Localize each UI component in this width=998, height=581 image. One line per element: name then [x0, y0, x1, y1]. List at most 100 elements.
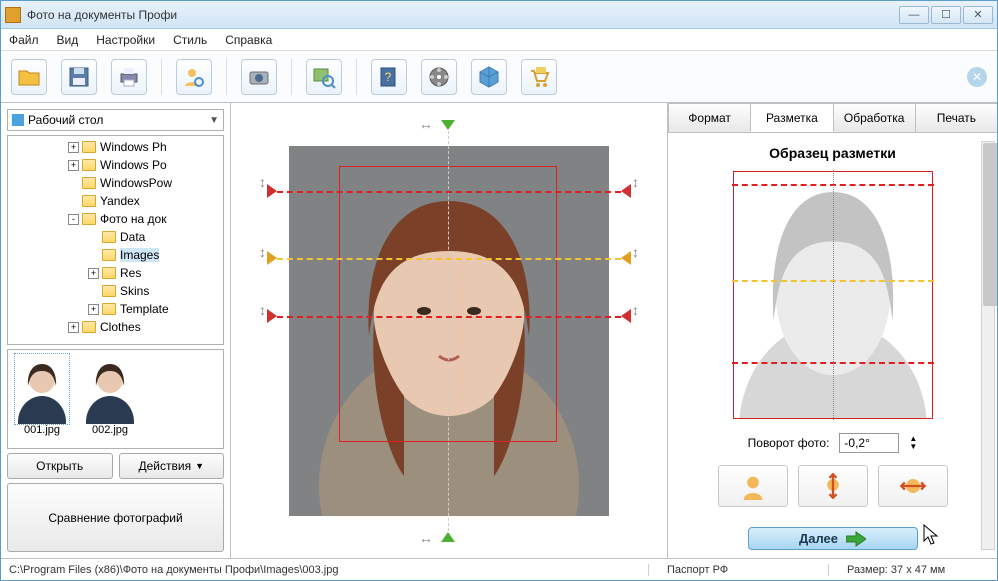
pan-arrows-bottom[interactable]: ↔ [419, 530, 433, 546]
tree-item[interactable]: +Windows Ph [8, 138, 223, 156]
folder-icon [82, 213, 96, 225]
thumbnail[interactable]: 002.jpg [80, 354, 140, 444]
menu-settings[interactable]: Настройки [96, 33, 155, 47]
folder-tree[interactable]: +Windows Ph+Windows PoWindowsPowYandex-Ф… [7, 135, 224, 345]
guide-chin-handle-right[interactable] [621, 309, 631, 323]
width-guides-button[interactable] [878, 465, 948, 507]
vertical-center-guide[interactable] [448, 126, 449, 536]
tree-item-label: Yandex [100, 194, 140, 208]
main-area: Рабочий стол ▼ +Windows Ph+Windows PoWin… [1, 103, 997, 558]
thumbnail[interactable]: 001.jpg [12, 354, 72, 444]
pan-arrows-top[interactable]: ↔ [419, 116, 433, 132]
tree-expand-icon[interactable]: + [68, 160, 79, 171]
guide-chin-handle-left[interactable] [267, 309, 277, 323]
camera-button[interactable] [241, 59, 277, 95]
tabs: Формат Разметка Обработка Печать [668, 103, 997, 133]
maximize-button[interactable]: ☐ [931, 6, 961, 24]
tree-item[interactable]: -Фото на док [8, 210, 223, 228]
pan-arrows-left-3[interactable]: ↕ [259, 302, 266, 318]
next-button[interactable]: Далее [748, 527, 918, 550]
close-button[interactable]: ✕ [963, 6, 993, 24]
folder-dropdown[interactable]: Рабочий стол ▼ [7, 109, 224, 131]
center-handle-top[interactable] [441, 120, 455, 130]
folder-icon [82, 321, 96, 333]
tree-expand-icon[interactable]: + [88, 304, 99, 315]
cursor-icon [923, 524, 941, 546]
compare-button[interactable]: Сравнение фотографий [7, 483, 224, 552]
thumbnail-label: 001.jpg [24, 424, 60, 436]
center-handle-bottom[interactable] [441, 532, 455, 542]
right-scrollbar[interactable] [981, 141, 995, 550]
minimize-button[interactable]: — [899, 6, 929, 24]
guide-eyes-handle-right[interactable] [621, 251, 631, 265]
tab-format[interactable]: Формат [668, 103, 751, 132]
guide-top[interactable] [277, 191, 621, 193]
print-button[interactable] [111, 59, 147, 95]
canvas[interactable]: ↔ ↔ ↕ ↕ ↕ ↕ ↕ ↕ [259, 116, 639, 546]
tree-item[interactable]: Skins [8, 282, 223, 300]
guide-chin[interactable] [277, 316, 621, 318]
guide-eyes[interactable] [277, 258, 621, 260]
markup-sample [733, 171, 933, 419]
right-panel: Формат Разметка Обработка Печать Образец… [667, 103, 997, 558]
guide-eyes-handle-left[interactable] [267, 251, 277, 265]
auto-face-button[interactable] [718, 465, 788, 507]
folder-icon [82, 195, 96, 207]
package-button[interactable] [471, 59, 507, 95]
image-zoom-button[interactable] [306, 59, 342, 95]
film-button[interactable] [421, 59, 457, 95]
arrow-right-icon [846, 531, 866, 547]
open-button[interactable]: Открыть [7, 453, 113, 479]
save-button[interactable] [61, 59, 97, 95]
tree-expand-icon[interactable]: - [68, 214, 79, 225]
pan-arrows-left-2[interactable]: ↕ [259, 244, 266, 260]
app-window: Фото на документы Профи — ☐ ✕ Файл Вид Н… [0, 0, 998, 581]
help-book-button[interactable]: ? [371, 59, 407, 95]
tree-item-label: Images [120, 248, 159, 262]
tree-item[interactable]: +Res [8, 264, 223, 282]
tree-item-label: Data [120, 230, 145, 244]
tree-item[interactable]: +Clothes [8, 318, 223, 336]
tree-item-label: Windows Po [100, 158, 167, 172]
thumbnail-strip[interactable]: 001.jpg 002.jpg [7, 349, 224, 449]
rotation-input[interactable] [839, 433, 899, 453]
pan-arrows-right-2[interactable]: ↕ [632, 244, 639, 260]
tab-markup[interactable]: Разметка [750, 103, 833, 132]
menu-file[interactable]: Файл [9, 33, 39, 47]
rotation-spin-down[interactable]: ▼ [909, 443, 917, 451]
svg-text:?: ? [385, 70, 392, 84]
person-search-button[interactable] [176, 59, 212, 95]
status-size: Размер: 37 x 47 мм [829, 564, 989, 576]
panel-close-icon[interactable]: ✕ [967, 67, 987, 87]
tree-expand-icon[interactable]: + [68, 142, 79, 153]
rotation-row: Поворот фото: ▲ ▼ [748, 433, 918, 453]
tree-item-label: WindowsPow [100, 176, 172, 190]
pan-arrows-right-1[interactable]: ↕ [632, 174, 639, 190]
toolbar: ? ✕ [1, 51, 997, 103]
pan-arrows-left-1[interactable]: ↕ [259, 174, 266, 190]
tab-process[interactable]: Обработка [833, 103, 916, 132]
menu-view[interactable]: Вид [57, 33, 79, 47]
open-file-button[interactable] [11, 59, 47, 95]
menu-help[interactable]: Справка [225, 33, 272, 47]
status-path: C:\Program Files (x86)\Фото на документы… [9, 564, 649, 576]
tree-expand-icon[interactable]: + [68, 322, 79, 333]
tree-item[interactable]: +Template [8, 300, 223, 318]
tree-item[interactable]: Images [8, 246, 223, 264]
folder-icon [82, 159, 96, 171]
height-guides-button[interactable] [798, 465, 868, 507]
next-button-label: Далее [799, 531, 838, 546]
tree-expand-icon[interactable]: + [88, 268, 99, 279]
titlebar: Фото на документы Профи — ☐ ✕ [1, 1, 997, 29]
guide-top-handle-right[interactable] [621, 184, 631, 198]
actions-button[interactable]: Действия▼ [119, 453, 225, 479]
guide-top-handle-left[interactable] [267, 184, 277, 198]
menu-style[interactable]: Стиль [173, 33, 207, 47]
tree-item[interactable]: + Windows Po [8, 156, 223, 174]
pan-arrows-right-3[interactable]: ↕ [632, 302, 639, 318]
cart-button[interactable] [521, 59, 557, 95]
tab-print[interactable]: Печать [915, 103, 997, 132]
tree-item[interactable]: Yandex [8, 192, 223, 210]
tree-item[interactable]: Data [8, 228, 223, 246]
tree-item[interactable]: WindowsPow [8, 174, 223, 192]
